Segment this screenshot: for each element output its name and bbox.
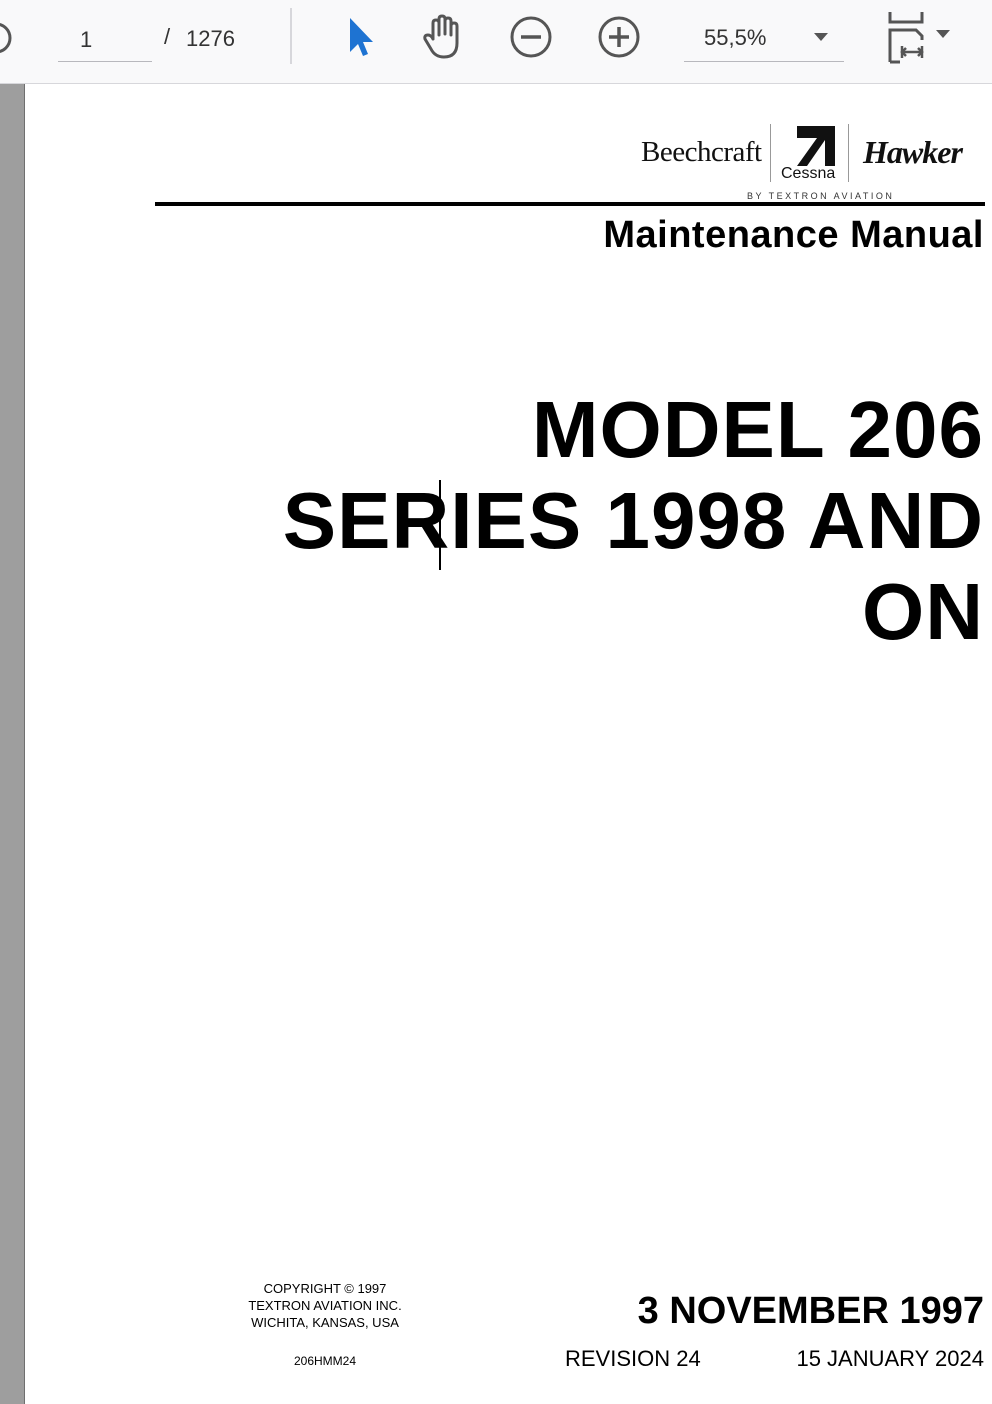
document-number: 206HMM24 [293,1354,357,1368]
previous-page-button[interactable] [0,20,14,56]
copyright-block: COPYRIGHT © 1997 TEXTRON AVIATION INC. W… [225,1280,425,1331]
model-title: MODEL 206 SERIES 1998 AND ON [84,384,984,657]
zoom-out-icon [510,16,552,58]
revision-date: 15 JANUARY 2024 [796,1346,984,1371]
hand-tool-icon [423,14,459,59]
hand-tool-button[interactable] [418,12,468,62]
page-separator: / [164,24,171,49]
toolbar-divider [290,8,292,64]
zoom-in-icon [598,16,640,58]
cessna-logo-icon [797,126,835,166]
hawker-logo: Hawker [863,134,963,170]
logo-divider [848,124,849,182]
manual-title: Maintenance Manual [603,214,984,256]
copyright-line: COPYRIGHT © 1997 [263,1281,387,1296]
zoom-level-value: 55,5% [704,25,767,50]
pdf-page: Beechcraft Cessna Hawker BY TEXTRON AVIA… [24,84,992,1404]
zoom-in-button[interactable] [594,12,644,62]
chevron-down-icon [814,33,828,41]
copyright-line: WICHITA, KANSAS, USA [251,1315,399,1330]
page-number-input[interactable] [58,18,152,62]
fit-page-button[interactable] [882,10,958,64]
revision-label: REVISION 24 [565,1346,701,1371]
textron-byline: BY TEXTRON AVIATION [747,191,895,201]
beechcraft-logo: Beechcraft [641,136,762,168]
logo-divider [770,124,771,182]
previous-page-icon [0,23,12,53]
issue-date: 3 NOVEMBER 1997 [637,1290,984,1332]
zoom-out-button[interactable] [506,12,556,62]
select-tool-button[interactable] [332,12,382,62]
model-title-line: MODEL 206 [531,385,984,474]
zoom-level-select[interactable]: 55,5% [684,16,844,62]
header-rule [155,202,985,206]
text-insertion-cursor [439,480,441,570]
copyright-line: TEXTRON AVIATION INC. [248,1298,402,1313]
fit-page-icon [888,12,950,64]
cessna-logo: Cessna [781,165,836,182]
model-title-line: ON [862,567,984,656]
model-title-line: SERIES 1998 AND [282,476,984,565]
viewer-gutter [0,84,24,1404]
page-total-count: 1276 [186,26,235,51]
pdf-toolbar: / 1276 55,5% [0,0,992,84]
select-cursor-icon [350,18,373,56]
